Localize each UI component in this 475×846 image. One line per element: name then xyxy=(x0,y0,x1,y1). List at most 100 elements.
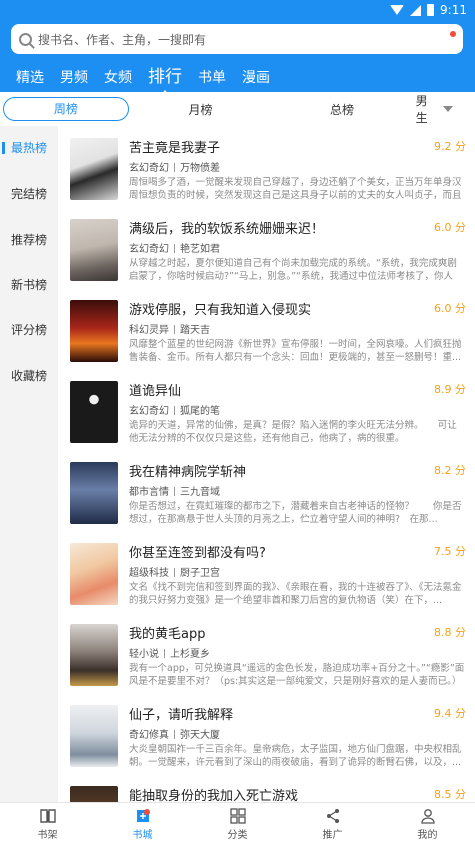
list-item[interactable]: 满级后，我的软饭系统姗姗来迟！ 6.0 分 玄幻奇幻 艳艺如君 从穿越之时起，夏尔… xyxy=(58,209,475,289)
list-item[interactable]: 能抽取身份的我加入死亡游戏 8.5 分 xyxy=(58,776,475,802)
nav-category[interactable]: 分类 xyxy=(190,803,285,846)
book-score: 6.0 分 xyxy=(434,302,466,315)
battery-icon xyxy=(427,4,435,16)
gender-filter-label: 男生 xyxy=(415,94,428,125)
ranking-sidebar: 最热榜 完结榜 推荐榜 新书榜 评分榜 收藏榜 xyxy=(0,126,58,802)
nav-label: 书架 xyxy=(37,830,58,841)
book-meta: 科幻灵异 踏天吉 xyxy=(129,321,210,336)
nav-label: 我的 xyxy=(417,830,438,841)
book-category: 玄幻奇幻 xyxy=(129,163,169,174)
tab-comics[interactable]: 漫画 xyxy=(234,66,278,90)
book-meta: 玄幻奇幻 艳艺如君 xyxy=(129,240,220,255)
book-description: 大炎皇朝国祚一千三百余年。皇帝病危，太子监国，地方仙门盘踞，中央权相乱朝。一觉醒… xyxy=(129,744,462,768)
gender-filter[interactable]: 男生 xyxy=(416,92,453,126)
nav-profile[interactable]: 我的 xyxy=(380,803,475,846)
sidebar-item-hottest[interactable]: 最热榜 xyxy=(0,136,58,160)
book-score: 9.2 分 xyxy=(434,140,466,153)
book-author: 万物偾差 xyxy=(180,163,220,174)
book-description: 我有一个app，可兑换道具“遥远的金色长发，胳迫成功率+百分之十。”“瘾影”面风… xyxy=(129,663,465,687)
book-title: 我的黄毛app xyxy=(129,627,206,642)
list-item[interactable]: 我的黄毛app 8.8 分 轻小说 上杉夏乡 我有一个app，可兑换道具“遥远的金… xyxy=(58,614,475,694)
list-item[interactable]: 游戏停服，只有我知道入侵现实 6.0 分 科幻灵异 踏天吉 风靡整个蓝星的世纪网游… xyxy=(58,290,475,370)
wifi-icon xyxy=(390,5,405,15)
search-placeholder: 搜书名、作者、主角，一搜即有 xyxy=(38,32,207,47)
bookshelf-icon xyxy=(39,809,56,823)
tab-booklist[interactable]: 书单 xyxy=(190,66,234,90)
list-item[interactable]: 我在精神病院学斩神 8.2 分 都市言情 三九音域 你是否想过，在霓虹璀璨的都市之… xyxy=(58,452,475,532)
book-title: 你甚至连签到都没有吗? xyxy=(129,546,266,561)
book-score: 6.0 分 xyxy=(434,221,466,234)
book-title: 我在精神病院学斩神 xyxy=(129,465,247,480)
book-meta: 玄幻奇幻 万物偾差 xyxy=(129,159,220,174)
book-author: 上杉夏乡 xyxy=(170,649,210,660)
book-description: 风靡整个蓝星的世纪网游《新世界》宣布停服！一时间，全网哀嚎。人们疯狂抛售装备、金… xyxy=(129,339,462,363)
top-header: 9:11 搜书名、作者、主角，一搜即有 精选 男频 女频 排行 书单 漫画 xyxy=(0,0,475,96)
grid-icon xyxy=(229,808,246,824)
book-description: 从穿越之时起，夏尔便知道自己有个尚未加载完成的系统。“系统，我完成爽剧启蒙了，你… xyxy=(129,258,457,282)
sidebar-item-label: 新书榜 xyxy=(10,278,47,292)
list-item[interactable]: 苦主竟是我妻子 9.2 分 玄幻奇幻 万物偾差 周恒喝多了酒，一觉醒来发现自己穿越… xyxy=(58,128,475,208)
list-item[interactable]: 你甚至连签到都没有吗? 7.5 分 超级科技 厨子卫宫 文名《找不到完信和签到界面… xyxy=(58,533,475,613)
sidebar-item-rating[interactable]: 评分榜 xyxy=(0,318,58,342)
tab-female[interactable]: 女频 xyxy=(96,66,140,90)
notification-dot xyxy=(450,31,456,37)
book-meta: 玄幻奇幻 狐尾的笔 xyxy=(129,402,220,417)
period-total[interactable]: 总榜 xyxy=(268,101,415,118)
sidebar-item-new[interactable]: 新书榜 xyxy=(0,273,58,297)
book-description: 你是否想过，在霓虹璀璨的都市之下，潜藏着来自古老神话的怪物？ 你是否想过，在那高… xyxy=(129,501,462,525)
period-weekly[interactable]: 周榜 xyxy=(3,97,129,121)
sidebar-item-label: 推荐榜 xyxy=(10,233,47,247)
book-score: 9.4 分 xyxy=(434,707,466,720)
sidebar-item-label: 完结榜 xyxy=(10,187,47,201)
list-item[interactable]: 道诡异仙 8.9 分 玄幻奇幻 狐尾的笔 诡异的天道，异常的仙佛，是真？是假？陷入… xyxy=(58,371,475,451)
book-cover xyxy=(70,705,118,767)
book-title: 仙子，请听我解释 xyxy=(129,708,234,723)
book-cover xyxy=(70,543,118,605)
user-icon xyxy=(420,809,435,824)
period-tabs: 周榜 月榜 总榜 男生 xyxy=(0,92,475,126)
sidebar-item-completed[interactable]: 完结榜 xyxy=(0,182,58,206)
book-category: 奇幻修真 xyxy=(129,730,169,741)
book-description: 诡异的天道，异常的仙佛，是真？是假？陷入迷惘的李火旺无法分辨。 可让他无法分辨的… xyxy=(129,420,457,444)
book-score: 7.5 分 xyxy=(434,545,466,558)
book-title: 道诡异仙 xyxy=(129,384,182,399)
bottom-nav: 书架 书城 分类 推广 我的 xyxy=(0,802,475,846)
sidebar-item-label: 收藏榜 xyxy=(10,369,47,383)
nav-label: 书城 xyxy=(132,830,153,841)
dropdown-arrow-icon xyxy=(443,106,453,112)
book-cover xyxy=(70,219,118,281)
tab-male[interactable]: 男频 xyxy=(52,66,96,90)
book-list: 苦主竟是我妻子 9.2 分 玄幻奇幻 万物偾差 周恒喝多了酒，一觉醒来发现自己穿越… xyxy=(58,126,475,802)
nav-bookstore[interactable]: 书城 xyxy=(95,803,190,846)
tab-featured[interactable]: 精选 xyxy=(0,66,52,90)
book-title: 游戏停服，只有我知道入侵现实 xyxy=(129,303,312,318)
sidebar-item-favorites[interactable]: 收藏榜 xyxy=(0,364,58,388)
sidebar-item-label: 最热榜 xyxy=(10,141,47,155)
book-meta: 都市言情 三九音域 xyxy=(129,483,220,498)
search-icon xyxy=(19,32,32,46)
search-bar[interactable]: 搜书名、作者、主角，一搜即有 xyxy=(11,24,463,54)
nav-label: 分类 xyxy=(227,830,248,841)
book-score: 8.8 分 xyxy=(434,626,466,639)
active-indicator xyxy=(2,142,5,154)
nav-bookshelf[interactable]: 书架 xyxy=(0,803,95,846)
book-category: 超级科技 xyxy=(129,568,169,579)
book-author: 踏天吉 xyxy=(180,325,210,336)
book-category: 科幻灵异 xyxy=(129,325,169,336)
book-author: 厨子卫宫 xyxy=(180,568,220,579)
book-author: 三九音域 xyxy=(180,487,220,498)
nav-promote[interactable]: 推广 xyxy=(285,803,380,846)
share-icon xyxy=(326,809,339,823)
book-meta: 奇幻修真 弥天大厦 xyxy=(129,726,220,741)
book-title: 苦主竟是我妻子 xyxy=(129,141,221,156)
book-score: 8.5 分 xyxy=(434,788,466,801)
book-cover xyxy=(70,786,118,802)
tab-ranking[interactable]: 排行 xyxy=(140,64,190,96)
sidebar-item-recommended[interactable]: 推荐榜 xyxy=(0,228,58,252)
period-monthly[interactable]: 月榜 xyxy=(139,101,263,118)
book-title: 能抽取身份的我加入死亡游戏 xyxy=(129,789,299,802)
book-cover xyxy=(70,300,118,362)
book-meta: 轻小说 上杉夏乡 xyxy=(129,645,210,660)
list-item[interactable]: 仙子，请听我解释 9.4 分 奇幻修真 弥天大厦 大炎皇朝国祚一千三百余年。皇帝病… xyxy=(58,695,475,775)
book-author: 弥天大厦 xyxy=(180,730,220,741)
